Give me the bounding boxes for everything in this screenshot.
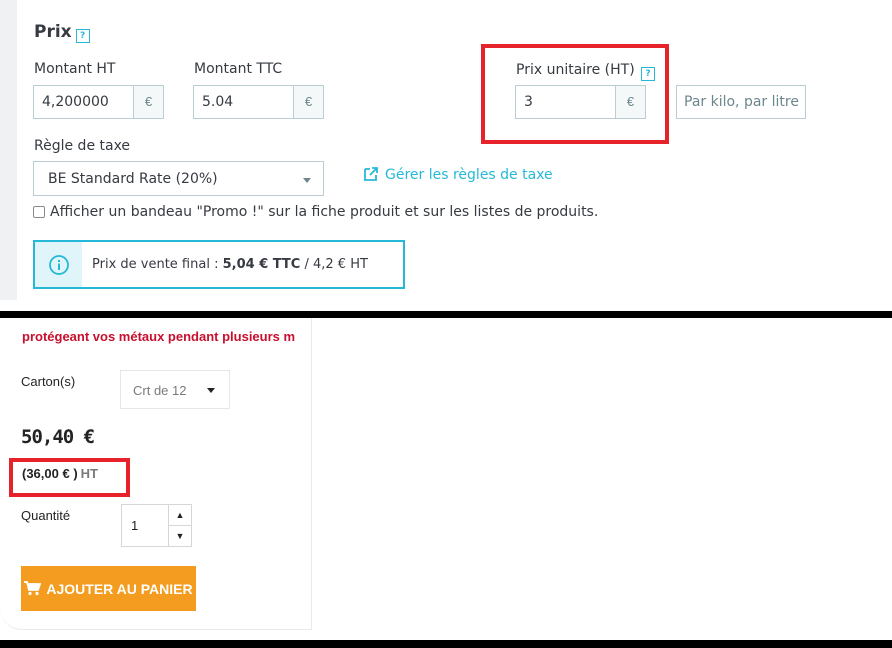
final-price-text: Prix de vente final : 5,04 € TTC / 4,2 €… (82, 242, 368, 287)
product-box: protégeant vos métaux pendant plusieurs … (0, 318, 312, 630)
carton-select[interactable]: Crt de 12 (120, 370, 230, 409)
promo-checkbox-row[interactable]: Afficher un bandeau "Promo !" sur la fic… (33, 204, 598, 220)
section-title: Prix? (34, 22, 90, 43)
highlight-frame-unit-price (481, 44, 669, 144)
manage-tax-rules-link[interactable]: Gérer les règles de taxe (363, 163, 553, 183)
tax-rule-select[interactable]: BE Standard Rate (20%) (33, 161, 324, 196)
highlight-frame-price-ht (9, 458, 130, 497)
caret-down-icon (207, 388, 215, 393)
final-price-info: Prix de vente final : 5,04 € TTC / 4,2 €… (33, 240, 405, 289)
quantity-label: Quantité (21, 508, 71, 523)
help-icon[interactable]: ? (75, 29, 90, 43)
product-description-snippet: protégeant vos métaux pendant plusieurs … (22, 329, 296, 344)
unit-type-input[interactable]: Par kilo, par litre (676, 85, 806, 119)
add-to-cart-button[interactable]: Ajouter au panier (21, 566, 196, 611)
final-price-ttc: 5,04 € TTC (222, 257, 301, 272)
info-icon (48, 254, 69, 275)
screenshot-root: Prix? Montant HT 4,200000 € Montant TTC … (0, 0, 892, 648)
section-title-text: Prix (34, 22, 72, 42)
quantity-buttons: ▲ ▼ (168, 505, 191, 546)
promo-checkbox[interactable] (33, 206, 45, 218)
montant-ht-field[interactable]: 4,200000 € (33, 85, 164, 119)
euro-addon: € (293, 86, 323, 118)
separator-bar-top (0, 311, 892, 318)
product-price: 50,40 € (21, 426, 95, 448)
final-price-prefix: Prix de vente final : (92, 257, 223, 272)
euro-addon: € (133, 86, 163, 118)
chevron-up-icon[interactable]: ▲ (169, 505, 191, 525)
tax-rule-label: Règle de taxe (34, 138, 131, 154)
admin-price-panel: Prix? Montant HT 4,200000 € Montant TTC … (0, 0, 892, 300)
add-to-cart-label: Ajouter au panier (46, 580, 193, 597)
montant-ttc-field[interactable]: 5.04 € (193, 85, 324, 119)
quantity-input[interactable]: 1 (122, 505, 168, 546)
montant-ht-input[interactable]: 4,200000 (34, 86, 133, 118)
promo-checkbox-label: Afficher un bandeau "Promo !" sur la fic… (50, 204, 599, 220)
carton-selected: Crt de 12 (133, 383, 187, 398)
external-link-icon (364, 167, 378, 181)
caret-down-icon (303, 178, 311, 183)
storefront-product-panel: protégeant vos métaux pendant plusieurs … (0, 318, 892, 638)
montant-ttc-label: Montant TTC (194, 61, 283, 77)
montant-ttc-input[interactable]: 5.04 (194, 86, 293, 118)
montant-ht-label: Montant HT (34, 61, 116, 77)
tax-rule-selected: BE Standard Rate (20%) (48, 171, 218, 187)
chevron-down-icon[interactable]: ▼ (169, 525, 191, 546)
admin-side-stripe (0, 0, 17, 300)
final-price-separator: / (300, 257, 313, 272)
carton-label: Carton(s) (21, 374, 76, 389)
quantity-stepper[interactable]: 1 ▲ ▼ (121, 504, 192, 547)
manage-tax-rules-text: Gérer les règles de taxe (385, 167, 553, 183)
final-price-ht: 4,2 € HT (313, 257, 368, 272)
info-icon-cell (35, 242, 82, 287)
separator-bar-bottom (0, 640, 892, 648)
cart-icon (24, 581, 42, 596)
